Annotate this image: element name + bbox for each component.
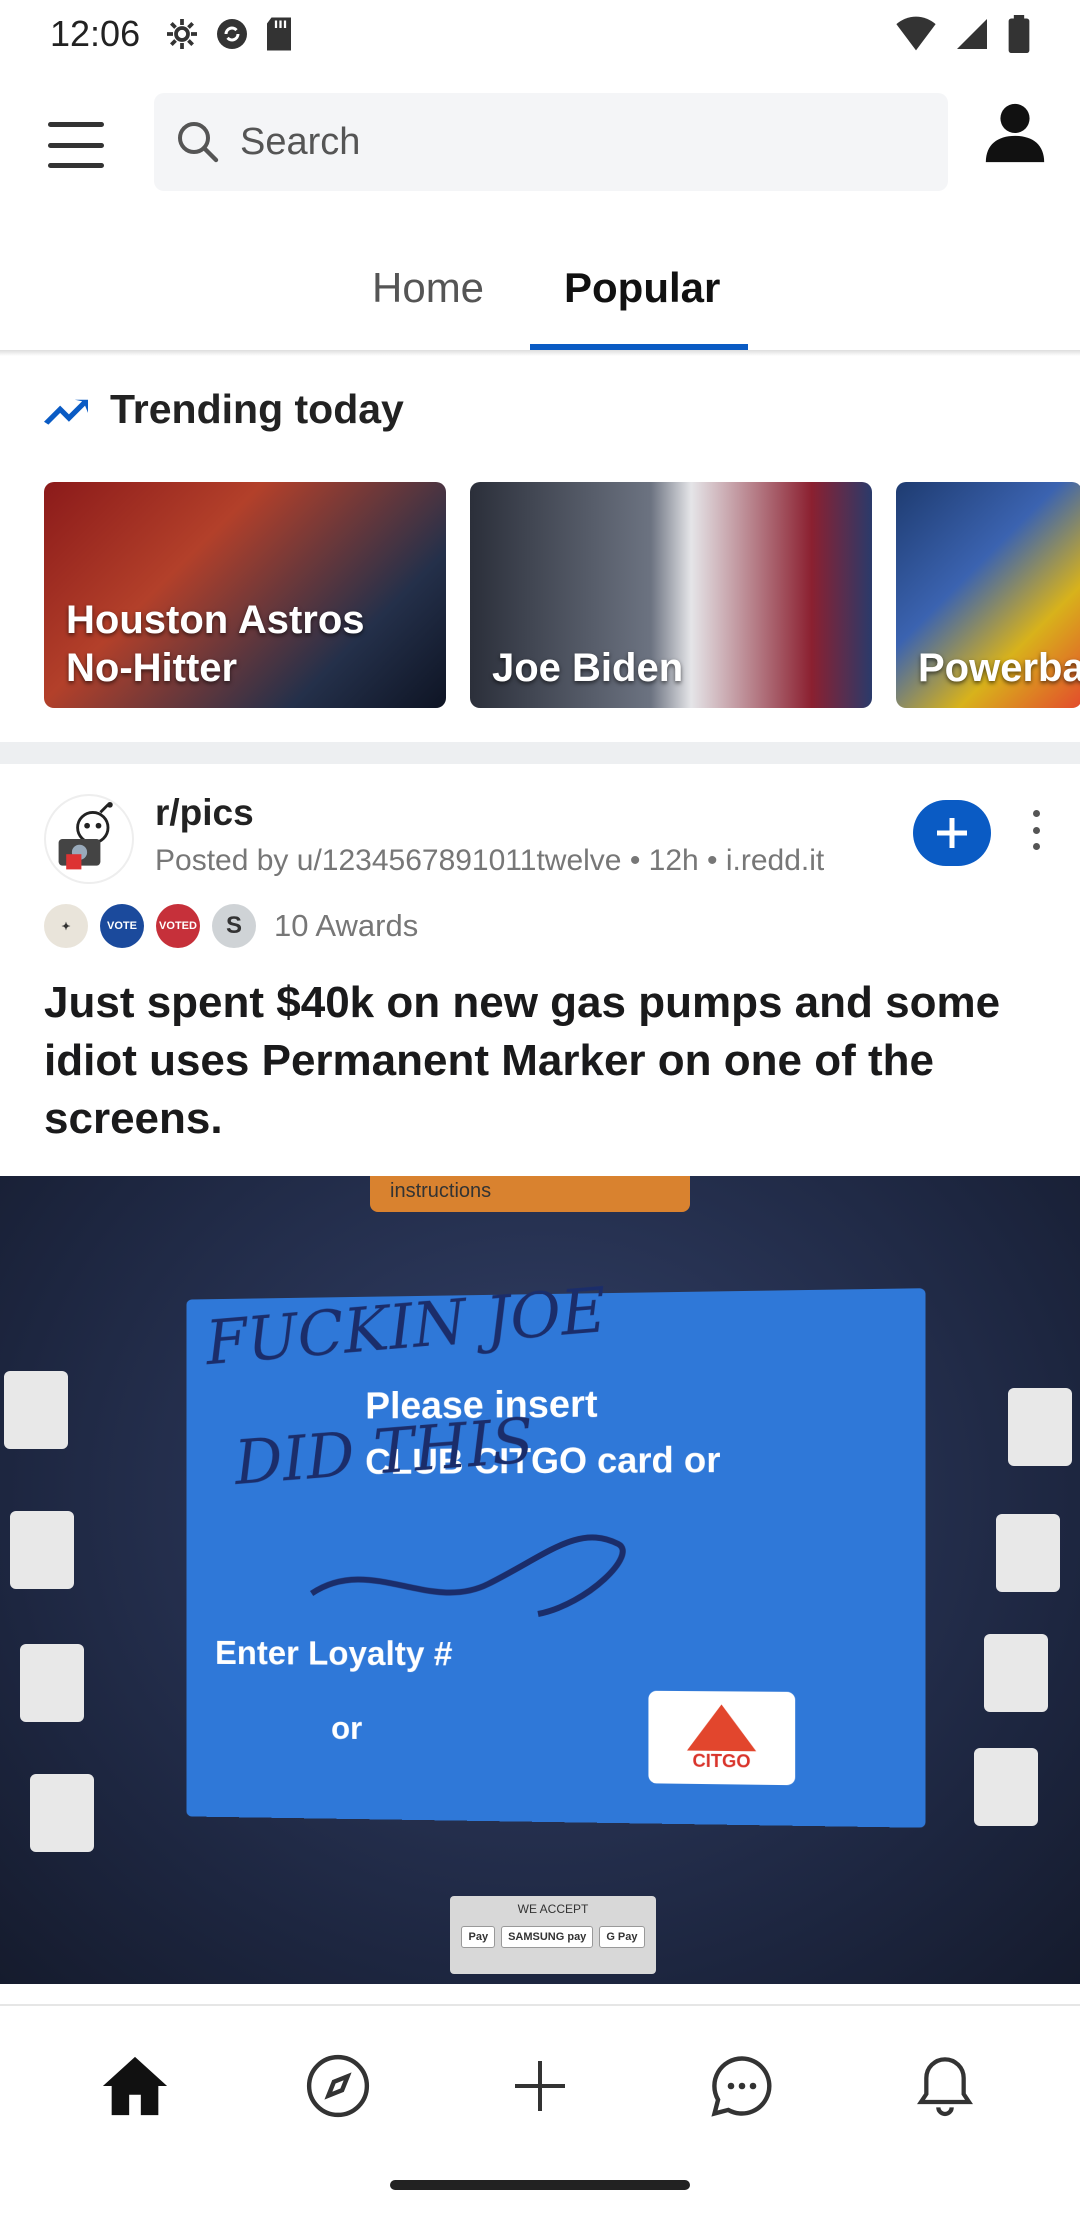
search-icon bbox=[174, 118, 222, 166]
snoo-camera-icon bbox=[51, 801, 127, 877]
bottom-navigation bbox=[0, 2006, 1080, 2166]
top-bar: Search bbox=[0, 80, 1080, 210]
wifi-icon bbox=[896, 16, 936, 52]
screen-line-4: or bbox=[331, 1710, 362, 1747]
more-options-icon[interactable] bbox=[1028, 810, 1044, 850]
image-top-label: instructions bbox=[370, 1176, 690, 1212]
pump-side-button bbox=[4, 1371, 68, 1449]
marker-squiggle bbox=[302, 1514, 659, 1635]
marker-scribble-2: DID THIS bbox=[232, 1404, 536, 1499]
chat-icon bbox=[709, 2053, 775, 2119]
trending-card[interactable]: Houston Astros No-Hitter bbox=[44, 482, 446, 708]
nav-chat[interactable] bbox=[692, 2036, 792, 2136]
status-time: 12:06 bbox=[50, 13, 140, 55]
citgo-logo: CITGO bbox=[648, 1691, 795, 1785]
apple-pay-badge: Pay bbox=[461, 1926, 495, 1948]
join-button[interactable] bbox=[913, 800, 991, 866]
trending-card[interactable]: Joe Biden bbox=[470, 482, 872, 708]
payment-accept-sticker: WE ACCEPT Pay SAMSUNG pay G Pay bbox=[450, 1896, 656, 1974]
trending-header: Trending today bbox=[44, 386, 404, 433]
bell-icon bbox=[913, 2054, 977, 2118]
menu-icon[interactable] bbox=[48, 122, 104, 168]
trending-section: Trending today Houston Astros No-Hitter … bbox=[0, 356, 1080, 744]
google-pay-badge: G Pay bbox=[599, 1926, 644, 1948]
trending-title: Trending today bbox=[110, 386, 404, 433]
pump-side-button bbox=[30, 1774, 94, 1852]
battery-icon bbox=[1008, 15, 1030, 53]
trending-card-label: Houston Astros No-Hitter bbox=[66, 596, 365, 692]
tab-popular[interactable]: Popular bbox=[564, 264, 720, 312]
post-meta: Posted by u/1234567891011twelve • 12h • … bbox=[155, 844, 824, 878]
post-title[interactable]: Just spent $40k on new gas pumps and som… bbox=[44, 974, 1034, 1148]
citgo-brand: CITGO bbox=[693, 1750, 751, 1772]
account-icon[interactable] bbox=[980, 98, 1050, 168]
sd-card-icon bbox=[264, 16, 294, 52]
voted-award-icon: VOTED bbox=[156, 904, 200, 948]
tab-home[interactable]: Home bbox=[372, 264, 484, 312]
plus-icon bbox=[932, 813, 972, 853]
sync-icon bbox=[214, 16, 250, 52]
search-placeholder: Search bbox=[240, 121, 360, 164]
pump-side-button bbox=[10, 1511, 74, 1589]
trending-up-icon bbox=[44, 395, 88, 425]
trending-carousel: Houston Astros No-Hitter Joe Biden Power… bbox=[44, 482, 1080, 708]
home-icon bbox=[100, 2051, 170, 2121]
awards-count: 10 Awards bbox=[274, 908, 418, 944]
pump-side-button bbox=[996, 1514, 1060, 1592]
pump-side-button bbox=[20, 1644, 84, 1722]
award-icon: ✦ bbox=[44, 904, 88, 948]
nav-inbox[interactable] bbox=[895, 2036, 995, 2136]
subreddit-name[interactable]: r/pics bbox=[155, 792, 254, 834]
screen-line-3: Enter Loyalty # bbox=[215, 1634, 452, 1674]
gesture-bar bbox=[390, 2180, 690, 2190]
status-bar: 12:06 bbox=[0, 0, 1080, 68]
vote-award-icon: VOTE bbox=[100, 904, 144, 948]
section-divider bbox=[0, 742, 1080, 764]
pump-side-button bbox=[1008, 1388, 1072, 1466]
pump-screen: Please insert CLUB CITGO card or Enter L… bbox=[186, 1288, 925, 1828]
pump-side-button bbox=[974, 1748, 1038, 1826]
compass-icon bbox=[305, 2053, 371, 2119]
search-bar[interactable]: Search bbox=[154, 93, 948, 191]
add-icon bbox=[510, 2056, 570, 2116]
nav-discover[interactable] bbox=[288, 2036, 388, 2136]
post-image[interactable]: instructions Please insert CLUB CITGO ca… bbox=[0, 1176, 1080, 1984]
trending-card-label: Joe Biden bbox=[492, 644, 683, 692]
feed-tabs: Home Popular bbox=[0, 250, 1080, 350]
signal-icon bbox=[954, 16, 990, 52]
trending-card-label: Powerba bbox=[918, 644, 1080, 692]
pump-side-button bbox=[984, 1634, 1048, 1712]
trending-card[interactable]: Powerba bbox=[896, 482, 1080, 708]
awards-row[interactable]: ✦ VOTE VOTED S 10 Awards bbox=[44, 904, 418, 948]
subreddit-avatar[interactable] bbox=[44, 794, 134, 884]
nav-home[interactable] bbox=[85, 2036, 185, 2136]
accept-label: WE ACCEPT bbox=[450, 1902, 656, 1916]
nav-create[interactable] bbox=[490, 2036, 590, 2136]
samsung-pay-badge: SAMSUNG pay bbox=[501, 1926, 593, 1948]
settings-icon bbox=[164, 16, 200, 52]
silver-award-icon: S bbox=[212, 904, 256, 948]
